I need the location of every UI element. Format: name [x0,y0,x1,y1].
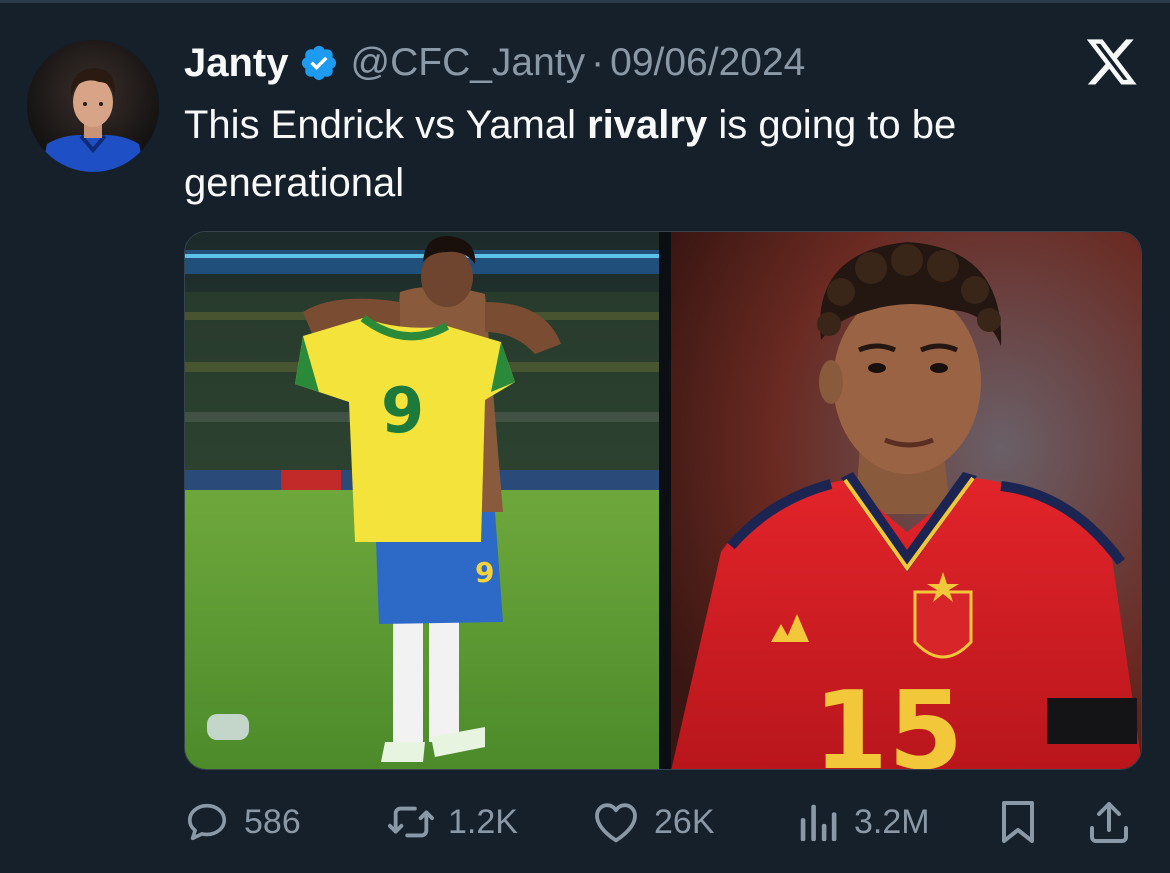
tweet-actions: 586 1.2K 26K 3.2M [184,792,1142,852]
verified-badge-icon [301,45,336,81]
tweet-text: This Endrick vs Yamal rivalry is going t… [184,96,1114,212]
endrick-photo: 9 9 [185,232,659,769]
like-count: 26K [654,802,715,841]
tweet-header: Janty @CFC_Janty · 09/06/2024 [184,38,805,88]
header-separator: · [591,41,605,84]
top-divider [0,0,1170,3]
heart-icon [595,803,637,843]
views-button[interactable]: 3.2M [796,792,930,852]
share-button[interactable] [1086,792,1132,852]
avatar[interactable] [27,40,159,172]
reply-count: 586 [244,802,301,841]
shirt-number-left: 9 [381,374,424,447]
bookmark-button[interactable] [996,792,1040,852]
media-image-left[interactable]: 9 9 [185,232,659,769]
reply-button[interactable]: 586 [184,792,301,852]
views-count: 3.2M [854,802,930,841]
repost-count: 1.2K [448,802,518,841]
yamal-photo: 15 [671,232,1141,770]
repost-icon [387,806,434,838]
share-icon [1090,802,1128,843]
x-logo-icon [1086,39,1137,85]
author-handle[interactable]: @CFC_Janty [351,41,586,85]
views-icon [800,804,837,842]
shirt-number-right: 15 [813,669,963,770]
tweet-date[interactable]: 09/06/2024 [610,41,805,85]
like-button[interactable]: 26K [592,792,715,852]
bookmark-icon [1002,801,1034,843]
tweet-text-start: This Endrick vs Yamal [184,103,588,147]
tweet-media[interactable]: 9 9 15 [184,231,1142,770]
media-image-right[interactable]: 15 [671,232,1141,770]
avatar-image [27,40,159,172]
tweet-text-bold: rivalry [587,103,708,147]
author-name[interactable]: Janty [184,41,289,86]
shorts-number: 9 [475,556,494,589]
repost-button[interactable]: 1.2K [386,792,518,852]
reply-icon [187,803,227,841]
